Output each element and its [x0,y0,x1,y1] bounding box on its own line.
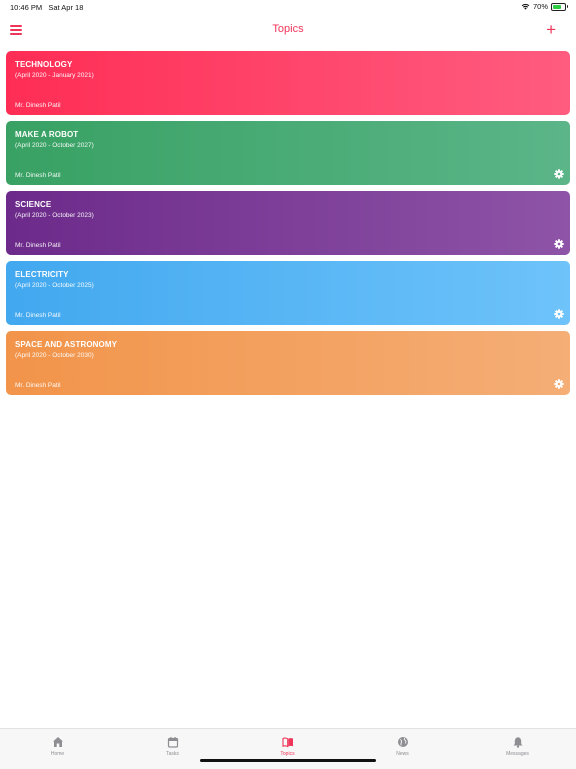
calendar-icon [167,737,178,748]
home-indicator [200,759,376,762]
status-date: Sat Apr 18 [48,3,84,12]
topic-period: (April 2020 - January 2021) [15,72,94,79]
wifi-icon [521,3,530,10]
gear-icon[interactable] [554,379,564,389]
globe-icon [397,737,408,747]
tab-label: Topics [280,751,295,757]
topic-owner: Mr. Dinesh Patil [15,382,61,389]
topic-owner: Mr. Dinesh Patil [15,172,61,179]
tab-label: News [396,751,409,757]
topic-title: MAKE A ROBOT [15,130,79,139]
tab-bar: Home Tasks Topics News Messages [0,728,576,769]
topic-card[interactable]: SPACE AND ASTRONOMY (April 2020 - October… [6,331,570,395]
status-bar: 10:46 PM Sat Apr 18 70% [0,0,576,14]
bell-icon [513,737,522,748]
topic-period: (April 2020 - October 2030) [15,352,94,359]
topic-list: TECHNOLOGY (April 2020 - January 2021) Mr.… [6,51,570,401]
tab-label: Messages [506,751,529,757]
topic-card[interactable]: ELECTRICITY (April 2020 - October 2025) Mr… [6,261,570,325]
book-icon [281,737,293,748]
battery-percent: 70% [532,2,548,11]
topic-title: ELECTRICITY [15,270,69,279]
topic-card[interactable]: TECHNOLOGY (April 2020 - January 2021) Mr.… [6,51,570,115]
tab-home[interactable]: Home [0,729,115,761]
topic-card[interactable]: MAKE A ROBOT (April 2020 - October 2027) M… [6,121,570,185]
topic-title: TECHNOLOGY [15,60,73,69]
battery-icon [551,2,568,11]
status-time: 10:46 PM Sat Apr 18 [10,3,83,12]
home-icon [52,737,63,747]
gear-icon[interactable] [554,309,564,319]
navigation-bar: Topics + [0,14,576,46]
status-time-text: 10:46 PM [10,3,43,12]
add-topic-button[interactable]: + [546,21,556,38]
topic-owner: Mr. Dinesh Patil [15,102,61,109]
gear-icon[interactable] [554,239,564,249]
tab-label: Tasks [166,751,179,757]
page-title: Topics [272,23,304,35]
tab-label: Home [50,751,65,757]
topic-owner: Mr. Dinesh Patil [15,312,61,319]
tab-tasks[interactable]: Tasks [115,729,230,761]
gear-icon[interactable] [554,169,564,179]
topic-period: (April 2020 - October 2023) [15,212,94,219]
topic-title: SCIENCE [15,200,52,209]
topic-title: SPACE AND ASTRONOMY [15,340,118,349]
topic-period: (April 2020 - October 2027) [15,142,94,149]
topic-period: (April 2020 - October 2025) [15,282,94,289]
topic-owner: Mr. Dinesh Patil [15,242,61,249]
tab-messages[interactable]: Messages [460,729,575,761]
topic-card[interactable]: SCIENCE (April 2020 - October 2023) Mr. Di… [6,191,570,255]
tab-topics[interactable]: Topics [230,729,345,761]
status-right: 70% [521,2,568,11]
tab-news[interactable]: News [345,729,460,761]
